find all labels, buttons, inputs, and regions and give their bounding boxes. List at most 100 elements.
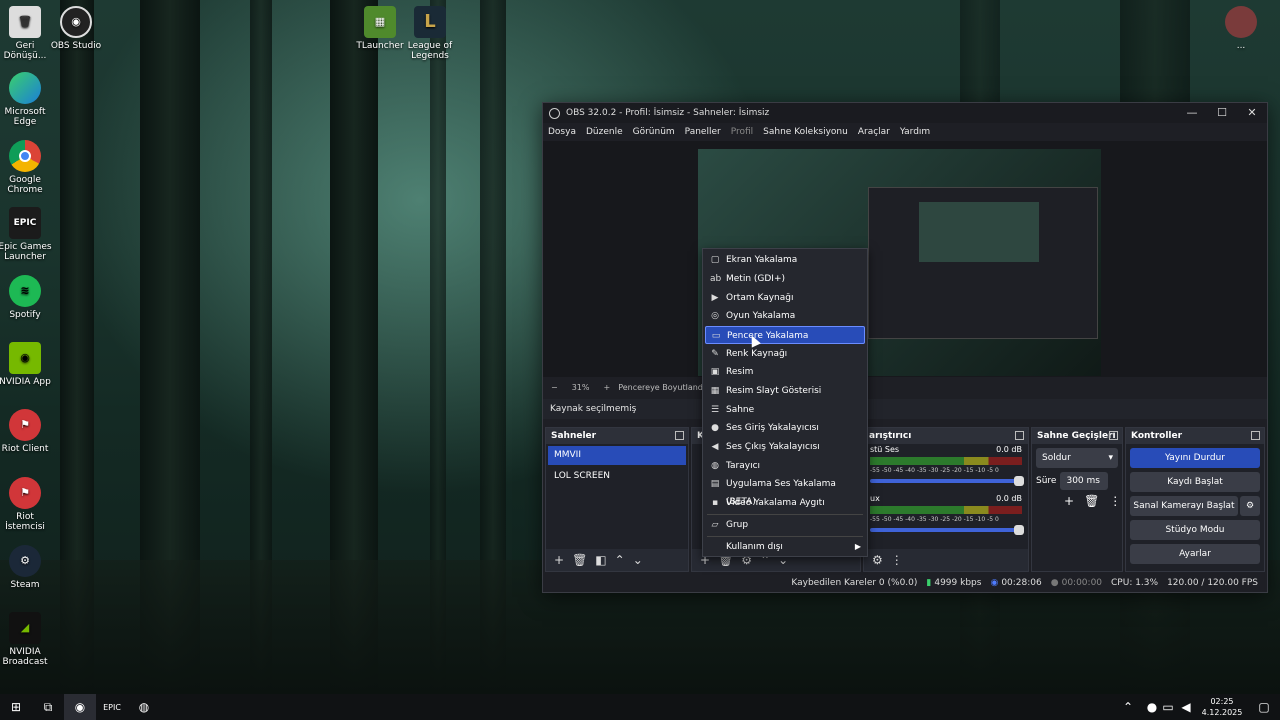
submenu-arrow-icon: ▶	[854, 542, 861, 551]
maximize-button[interactable]: ☐	[1207, 105, 1237, 121]
menu-item-audio-input[interactable]: ● Ses Giriş Yakalayıcısı	[705, 419, 865, 437]
add-scene-icon[interactable]: +	[554, 553, 564, 567]
clock[interactable]: 02:25 4.12.2025	[1196, 696, 1248, 718]
menu-item-screen-capture[interactable]: ▢ Ekran Yakalama	[705, 251, 865, 269]
chrome-shortcut[interactable]: Google Chrome	[0, 140, 55, 195]
menu-item-app-audio[interactable]: ▤ Uygulama Ses Yakalama (BETA)	[705, 475, 865, 507]
meter-scale: -55 -50 -45 -40 -35 -30 -25 -20 -15 -10 …	[870, 467, 999, 474]
mixer-settings-icon[interactable]: ⚙	[872, 553, 883, 567]
menu-item-group[interactable]: ▱ Grup	[705, 516, 865, 534]
transition-toolbar: + 🗑 ⋮	[1064, 494, 1122, 508]
dock-popout-icon[interactable]	[1109, 431, 1118, 440]
notification-icon[interactable]: ▢	[1248, 694, 1280, 720]
tray-network-icon[interactable]: ▭	[1160, 694, 1176, 720]
user-folder-shortcut[interactable]: ...	[1211, 6, 1271, 51]
duration-input[interactable]: 300 ms	[1060, 472, 1109, 490]
league-of-legends-shortcut[interactable]: L League of Legends	[400, 6, 460, 61]
slideshow-icon: ▦	[710, 386, 720, 396]
menu-item-deprecated[interactable]: Kullanım dışı ▶	[705, 538, 865, 556]
title-bar[interactable]: OBS 32.0.2 - Profil: İsimsiz - Sahneler:…	[543, 103, 1267, 123]
preview-area[interactable]	[543, 141, 1267, 377]
zoom-in-button[interactable]: +	[603, 383, 610, 392]
menu-item-label: Ses Giriş Yakalayıcısı	[726, 423, 819, 433]
steam-shortcut[interactable]: ⚙ Steam	[0, 545, 55, 590]
close-button[interactable]: ✕	[1237, 105, 1267, 121]
menu-item-browser[interactable]: ◍ Tarayıcı	[705, 457, 865, 475]
menu-item-color-source[interactable]: ✎ Renk Kaynağı	[705, 345, 865, 363]
start-button[interactable]: ⊞	[0, 694, 32, 720]
start-recording-button[interactable]: Kaydı Başlat	[1130, 472, 1260, 492]
dock-popout-icon[interactable]	[675, 431, 684, 440]
menu-item-label: Video Yakalama Aygıtı	[726, 498, 825, 508]
taskbar: ⊞ ⧉ ◉ EPIC ◍ ⌃ ● ▭ ◀ 02:25 4.12.2025 ▢	[0, 694, 1280, 720]
menu-profil[interactable]: Profil	[726, 127, 758, 137]
menu-item-video-capture[interactable]: ▪ Video Yakalama Aygıtı	[705, 494, 865, 512]
menu-item-slideshow[interactable]: ▦ Resim Slayt Gösterisi	[705, 382, 865, 400]
camera-icon: ▪	[711, 498, 719, 508]
move-up-icon[interactable]: ⌃	[615, 553, 625, 567]
task-view-icon[interactable]: ⧉	[32, 694, 64, 720]
transition-select[interactable]: Soldur ▾	[1036, 448, 1118, 468]
studio-mode-button[interactable]: Stüdyo Modu	[1130, 520, 1260, 540]
menu-item-game-capture[interactable]: ◎ Oyun Yakalama	[705, 307, 865, 325]
list-icon: ☰	[710, 405, 720, 415]
scene-item[interactable]: MMVII	[548, 446, 686, 465]
taskbar-epic-games-icon[interactable]: EPIC	[96, 694, 128, 720]
stream-icon: ◉	[990, 578, 999, 588]
dock-popout-icon[interactable]	[1015, 431, 1024, 440]
mixer-menu-icon[interactable]: ⋮	[891, 553, 903, 567]
menu-dosya[interactable]: Dosya	[543, 127, 581, 137]
menu-item-image[interactable]: ▣ Resim	[705, 363, 865, 381]
menu-gorunum[interactable]: Görünüm	[628, 127, 680, 137]
chevron-down-icon: ▾	[1108, 453, 1113, 463]
taskbar-obs-icon[interactable]: ◉	[64, 694, 96, 720]
menu-sahne-koleksiyonu[interactable]: Sahne Koleksiyonu	[758, 127, 853, 137]
user-folder-icon	[1225, 6, 1257, 38]
zoom-bar: − 31% + Pencereye Boyutlandır	[543, 379, 1267, 395]
tray-microphone-icon[interactable]: ●	[1144, 694, 1160, 720]
volume-knob[interactable]	[1014, 476, 1024, 486]
nvidia-app-shortcut[interactable]: ◉ NVIDIA App	[0, 342, 55, 387]
stop-streaming-button[interactable]: Yayını Durdur	[1130, 448, 1260, 468]
virtual-camera-settings-icon[interactable]: ⚙	[1240, 496, 1260, 516]
scene-filter-icon[interactable]: ◧	[595, 553, 606, 567]
move-down-icon[interactable]: ⌄	[633, 553, 643, 567]
nvidia-broadcast-icon: ◢	[9, 612, 41, 644]
minimize-button[interactable]: —	[1177, 105, 1207, 121]
menu-item-scene[interactable]: ☰ Sahne	[705, 401, 865, 419]
obs-studio-shortcut[interactable]: ◉ OBS Studio	[46, 6, 106, 51]
scene-item[interactable]: LOL SCREEN	[548, 467, 686, 486]
volume-knob[interactable]	[1014, 525, 1024, 535]
zoom-out-button[interactable]: −	[551, 383, 558, 392]
spotify-shortcut[interactable]: ≋ Spotify	[0, 275, 55, 320]
volume-slider[interactable]	[870, 476, 1024, 486]
volume-slider[interactable]	[870, 525, 1024, 535]
obs-window[interactable]: OBS 32.0.2 - Profil: İsimsiz - Sahneler:…	[542, 102, 1268, 593]
transition-menu-icon[interactable]: ⋮	[1109, 494, 1121, 508]
zoom-mode[interactable]: Pencereye Boyutlandır	[618, 383, 708, 392]
menu-item-window-capture[interactable]: ▭ Pencere Yakalama	[705, 326, 865, 344]
dock-popout-icon[interactable]	[1251, 431, 1260, 440]
epic-games-shortcut[interactable]: EPIC Epic Games Launcher	[0, 207, 55, 262]
menu-item-audio-output[interactable]: ◀ Ses Çıkış Yakalayıcısı	[705, 438, 865, 456]
start-virtual-camera-button[interactable]: Sanal Kamerayı Başlat	[1130, 496, 1238, 516]
menu-paneller[interactable]: Paneller	[680, 127, 726, 137]
spotify-icon: ≋	[9, 275, 41, 307]
tray-volume-icon[interactable]: ◀	[1176, 694, 1196, 720]
edge-shortcut[interactable]: Microsoft Edge	[0, 72, 55, 127]
taskbar-chrome-icon[interactable]: ◍	[128, 694, 160, 720]
add-transition-icon[interactable]: +	[1064, 494, 1074, 508]
nvidia-broadcast-shortcut[interactable]: ◢ NVIDIA Broadcast	[0, 612, 55, 667]
menu-araclar[interactable]: Araçlar	[853, 127, 895, 137]
add-source-context-menu: ▢ Ekran Yakalama ab Metin (GDI+) ▶ Ortam Ka…	[702, 248, 868, 557]
menu-yardim[interactable]: Yardım	[895, 127, 935, 137]
remove-scene-icon[interactable]: 🗑	[572, 553, 587, 567]
tray-chevron-icon[interactable]: ⌃	[1112, 694, 1144, 720]
settings-button[interactable]: Ayarlar	[1130, 544, 1260, 564]
riot-client-shortcut[interactable]: ⚑ Riot Client	[0, 409, 55, 454]
menu-item-media-source[interactable]: ▶ Ortam Kaynağı	[705, 289, 865, 307]
riot-istemcisi-shortcut[interactable]: ⚑ Riot İstemcisi	[0, 477, 55, 532]
menu-item-text[interactable]: ab Metin (GDI+)	[705, 270, 865, 288]
menu-duzenle[interactable]: Düzenle	[581, 127, 628, 137]
remove-transition-icon[interactable]: 🗑	[1084, 494, 1099, 508]
